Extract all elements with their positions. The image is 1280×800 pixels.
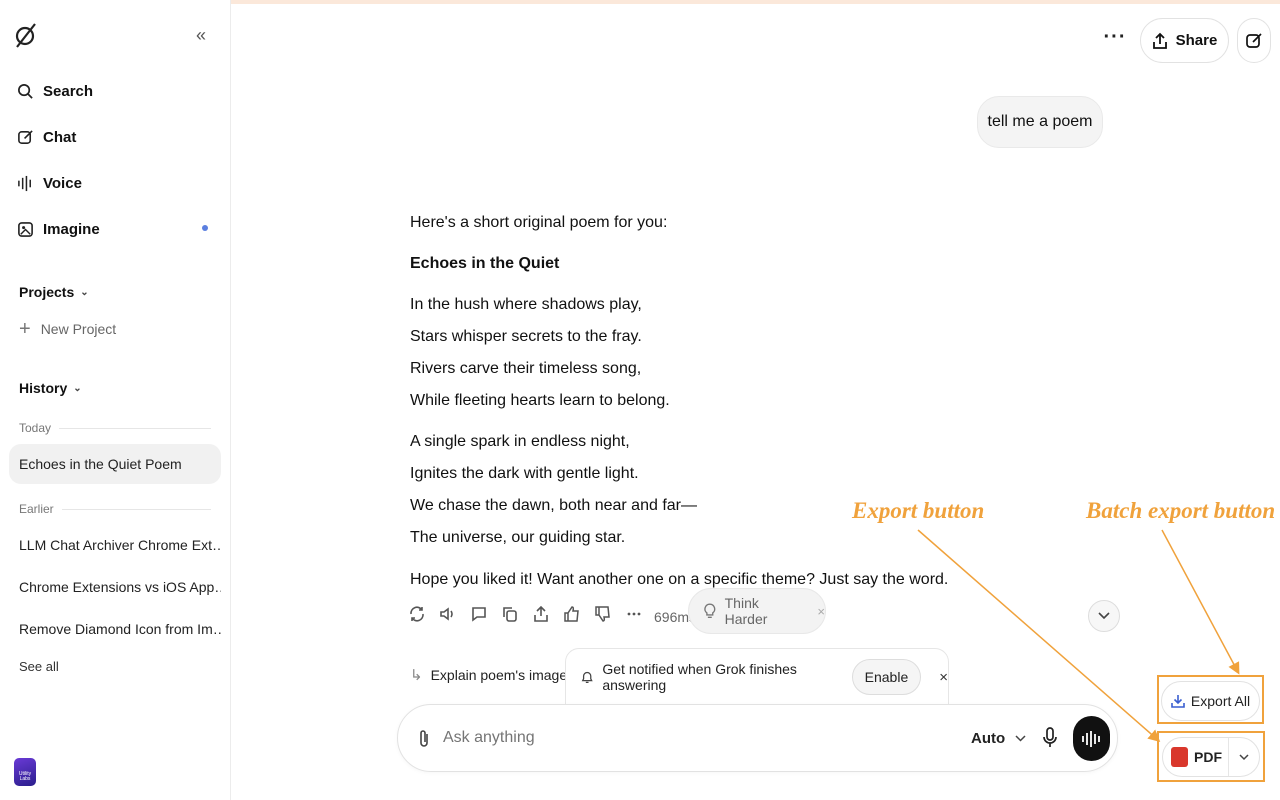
sidebar-item-label: Chat <box>43 128 77 146</box>
lightbulb-icon <box>704 603 716 619</box>
share-label: Share <box>1175 32 1218 49</box>
collapse-sidebar-icon[interactable]: « <box>196 26 216 46</box>
chevron-down-icon: ⌄ <box>80 286 89 298</box>
bell-icon <box>581 671 593 684</box>
poem-line: While fleeting hearts learn to belong. <box>410 392 670 409</box>
sidebar-item-label: Voice <box>43 174 82 192</box>
history-header[interactable]: History ⌄ <box>19 380 82 396</box>
reply-arrow-icon: ↳ <box>410 667 423 684</box>
group-label-earlier: Earlier <box>19 502 211 516</box>
suggestion-label: Explain poem's imagery <box>430 667 579 683</box>
message-actions <box>408 605 643 623</box>
more-icon[interactable] <box>625 605 643 623</box>
sidebar-item-search[interactable]: Search <box>17 78 93 104</box>
history-item-label: Echoes in the Quiet Poem <box>19 456 182 472</box>
share-button[interactable]: Share <box>1140 18 1229 63</box>
plus-icon: + <box>19 318 31 340</box>
projects-header[interactable]: Projects ⌄ <box>19 284 89 300</box>
voice-mode-button[interactable] <box>1073 716 1110 761</box>
history-item-label: Chrome Extensions vs iOS App… <box>19 579 221 595</box>
grok-logo-icon[interactable] <box>14 22 38 48</box>
extension-logo-text: Utility Labs <box>18 771 32 782</box>
enable-button[interactable]: Enable <box>851 659 922 695</box>
history-item[interactable]: Remove Diamond Icon from Im… <box>9 609 221 649</box>
sidebar-item-label: Search <box>43 82 94 100</box>
sidebar-item-voice[interactable]: Voice <box>17 170 82 196</box>
history-item-label: LLM Chat Archiver Chrome Ext… <box>19 537 221 553</box>
comment-icon[interactable] <box>470 605 488 623</box>
voice-wave-icon <box>1081 730 1100 747</box>
scroll-to-bottom-button[interactable] <box>1088 600 1120 632</box>
today-label: Today <box>19 421 52 435</box>
poem-title: Echoes in the Quiet <box>410 255 560 272</box>
poem-line: Ignites the dark with gentle light. <box>410 465 639 482</box>
sidebar-item-label: Imagine <box>43 220 100 238</box>
thumbs-up-icon[interactable] <box>563 605 581 623</box>
mode-label: Auto <box>971 730 1006 747</box>
see-all-link[interactable]: See all <box>19 659 59 674</box>
speaker-icon[interactable] <box>439 605 457 623</box>
earlier-label: Earlier <box>19 502 54 516</box>
annotation-export-label: Export button <box>852 498 985 523</box>
chevron-down-icon <box>1015 735 1026 742</box>
annotation-batch-label: Batch export button <box>1086 498 1276 523</box>
history-item-label: Remove Diamond Icon from Im… <box>19 621 221 637</box>
arrow-batch <box>1161 529 1240 675</box>
think-harder-label: Think Harder <box>724 595 768 627</box>
upload-icon <box>1152 32 1167 49</box>
history-item[interactable]: Chrome Extensions vs iOS App… <box>9 567 221 607</box>
suggestion-item[interactable]: ↳ Explain poem's imagery <box>410 666 579 684</box>
new-badge-dot <box>202 225 208 231</box>
mode-selector[interactable]: Auto <box>971 730 1026 747</box>
poem-line: In the hush where shadows play, <box>410 296 642 313</box>
sidebar: « Search Chat Voice Imagine Projects ⌄ +… <box>0 0 231 800</box>
more-options-icon[interactable]: ··· <box>1100 26 1130 56</box>
edit-icon <box>18 129 33 144</box>
share-icon[interactable] <box>532 605 550 623</box>
poem-line: The universe, our guiding star. <box>410 529 626 546</box>
divider <box>61 508 211 510</box>
think-harder-button[interactable]: Think Harder × <box>688 588 826 634</box>
copy-icon[interactable] <box>501 605 519 623</box>
poem-line: Rivers carve their timeless song, <box>410 360 642 377</box>
poem-line: A single spark in endless night, <box>410 433 630 450</box>
notification-text: Get notified when Grok finishes answerin… <box>602 661 797 693</box>
annotation-box-export <box>1157 731 1265 782</box>
new-chat-button[interactable] <box>1237 18 1271 63</box>
chevron-down-icon <box>1098 612 1110 620</box>
history-label: History <box>19 380 68 396</box>
notification-banner: Get notified when Grok finishes answerin… <box>565 648 949 706</box>
new-project-button[interactable]: + New Project <box>19 318 117 340</box>
user-message: tell me a poem <box>977 96 1103 148</box>
chevron-down-icon: ⌄ <box>73 382 82 394</box>
attach-icon[interactable] <box>416 729 432 749</box>
answer-closing: Hope you liked it! Want another one on a… <box>410 571 949 588</box>
history-item[interactable]: LLM Chat Archiver Chrome Ext… <box>9 525 221 565</box>
group-label-today: Today <box>19 421 211 435</box>
thumbs-down-icon[interactable] <box>594 605 612 623</box>
answer-intro: Here's a short original poem for you: <box>410 214 668 231</box>
poem-line: We chase the dawn, both near and far— <box>410 497 697 514</box>
search-icon <box>18 83 33 99</box>
close-icon[interactable]: × <box>939 669 948 686</box>
image-icon <box>18 221 33 237</box>
composer: Auto <box>397 704 1118 772</box>
extension-logo[interactable]: Utility Labs <box>14 758 36 786</box>
poem-line: Stars whisper secrets to the fray. <box>410 328 642 345</box>
divider <box>59 427 211 429</box>
close-icon[interactable]: × <box>817 604 825 619</box>
new-project-label: New Project <box>40 321 117 337</box>
projects-label: Projects <box>19 284 75 300</box>
history-item[interactable]: Echoes in the Quiet Poem <box>9 444 221 484</box>
voice-icon <box>18 175 31 191</box>
microphone-icon[interactable] <box>1041 727 1059 749</box>
edit-icon <box>1246 32 1262 48</box>
annotation-box-batch <box>1157 675 1264 724</box>
sidebar-item-imagine[interactable]: Imagine <box>17 216 100 242</box>
regenerate-icon[interactable] <box>408 605 426 623</box>
sidebar-item-chat[interactable]: Chat <box>17 124 76 150</box>
ask-input[interactable] <box>443 729 943 747</box>
